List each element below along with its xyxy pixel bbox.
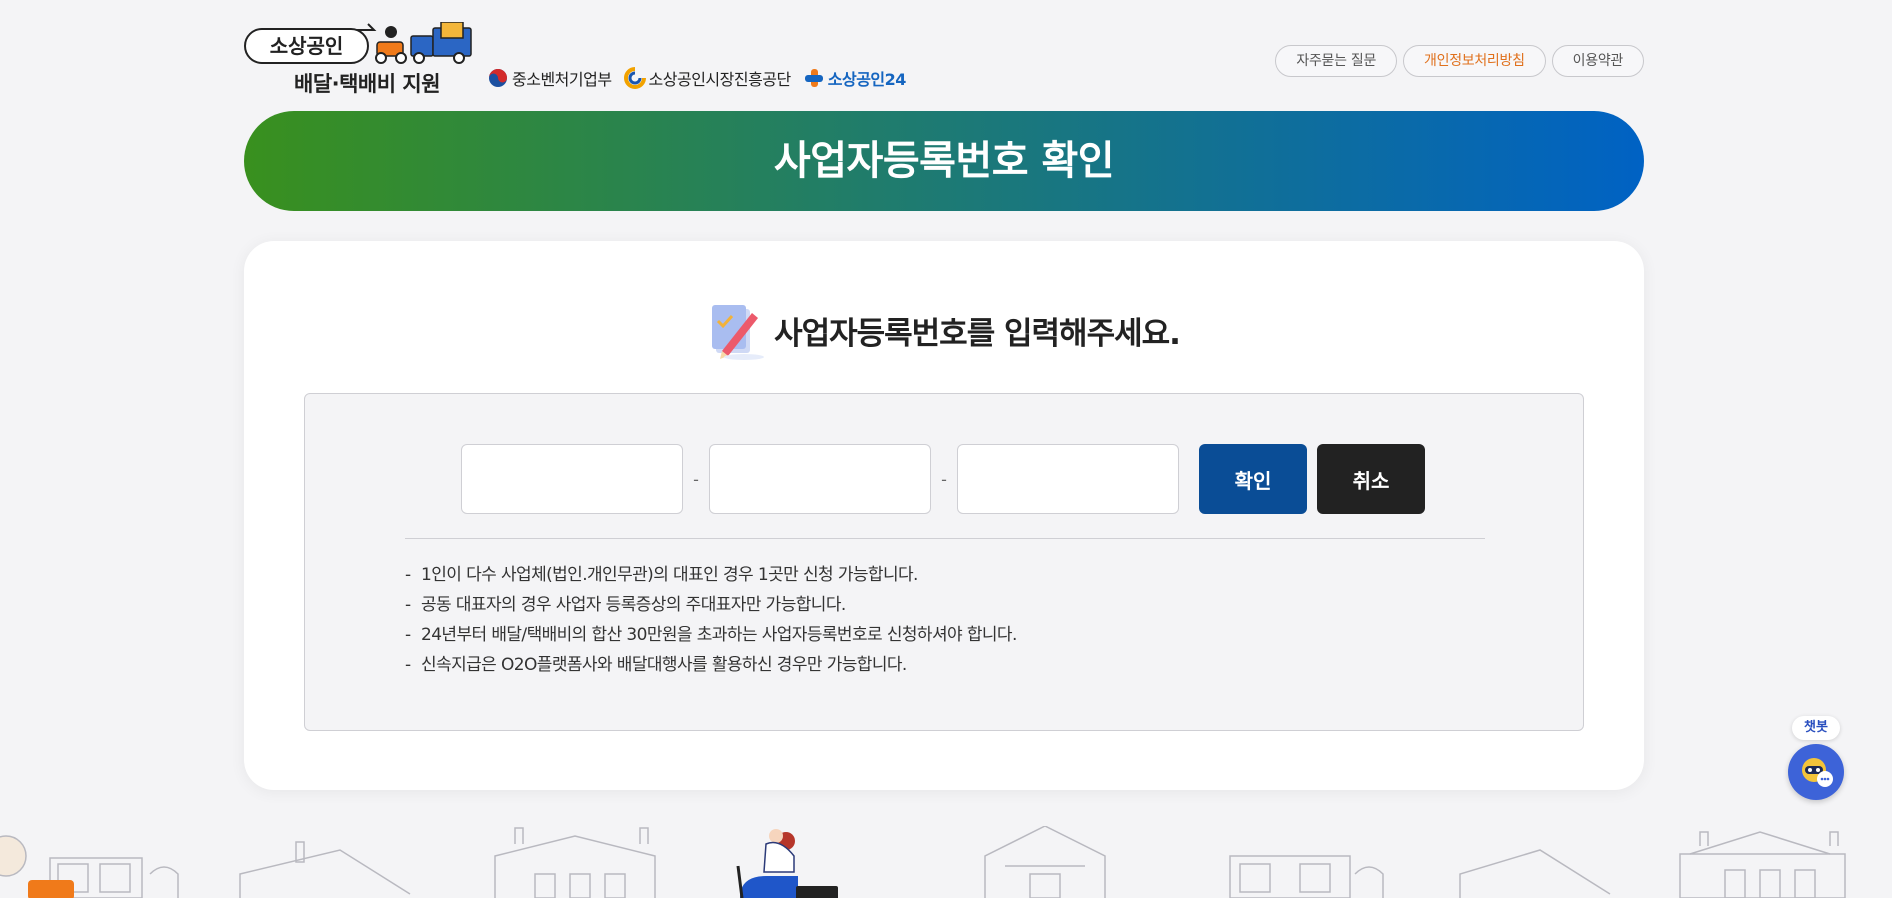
logo-subtitle: 배달·택배비 지원 (294, 72, 441, 96)
delivery-rider-figure (736, 829, 838, 898)
top-navigation: 자주묻는 질문 개인정보처리방침 이용약관 (1275, 45, 1644, 77)
chatbot-circle (1788, 744, 1844, 800)
org-semas: 소상공인시장진흥공단 (623, 66, 792, 90)
business-number-inputs: - - 확인 취소 (461, 444, 1425, 514)
delivery-truck-icon (375, 22, 472, 64)
org-sbiz24: 소상공인24 (803, 66, 906, 90)
terms-link[interactable]: 이용약관 (1551, 45, 1644, 77)
chatbot-button[interactable]: 챗봇 (1788, 716, 1844, 806)
chatbot-robot-icon (1802, 758, 1833, 787)
biz-number-part3-input[interactable] (957, 444, 1179, 514)
service-logo[interactable]: 소상공인 배달·택배비 지원 (244, 22, 474, 100)
verification-card: 사업자등록번호를 입력해주세요. - - 확인 취소 1인이 다수 사업체(법인… (244, 241, 1644, 790)
org-semas-label: 소상공인시장진흥공단 (648, 70, 792, 89)
business-number-form: - - 확인 취소 1인이 다수 사업체(법인.개인무관)의 대표인 경우 1곳… (304, 393, 1584, 731)
confirm-button[interactable]: 확인 (1199, 444, 1307, 514)
checklist-pencil-icon (712, 305, 765, 360)
notice-item: 신속지급은 O2O플랫폼사와 배달대행사를 활용하신 경우만 가능합니다. (405, 650, 1017, 680)
faq-link[interactable]: 자주묻는 질문 (1275, 45, 1398, 77)
form-divider (405, 538, 1485, 539)
org-mss: 중소벤처기업부 (487, 66, 612, 90)
chatbot-label: 챗봇 (1792, 716, 1840, 740)
notice-list: 1인이 다수 사업체(법인.개인무관)의 대표인 경우 1곳만 신청 가능합니다… (405, 560, 1017, 680)
biz-number-part2-input[interactable] (709, 444, 931, 514)
sbiz24-logo-icon (804, 69, 823, 87)
semas-logo-icon (623, 67, 646, 89)
form-heading: 사업자등록번호를 입력해주세요. (244, 299, 1644, 361)
separator-dash: - (941, 469, 947, 489)
street-scene-illustration (0, 826, 1846, 898)
org-mss-label: 중소벤처기업부 (512, 70, 612, 89)
notice-item: 1인이 다수 사업체(법인.개인무관)의 대표인 경우 1곳만 신청 가능합니다… (405, 560, 1017, 590)
biz-number-part1-input[interactable] (461, 444, 683, 514)
separator-dash: - (693, 469, 699, 489)
notice-item: 24년부터 배달/택배비의 합산 30만원을 초과하는 사업자등록번호로 신청하… (405, 620, 1017, 650)
logo-pill-text: 소상공인 (244, 28, 369, 64)
taegeuk-icon (489, 69, 507, 87)
org-sbiz24-label: 소상공인24 (827, 70, 907, 89)
privacy-policy-link[interactable]: 개인정보처리방침 (1403, 45, 1546, 77)
page-title-banner: 사업자등록번호 확인 (244, 111, 1644, 211)
form-heading-text: 사업자등록번호를 입력해주세요. (774, 315, 1181, 352)
cancel-button[interactable]: 취소 (1317, 444, 1425, 514)
notice-item: 공동 대표자의 경우 사업자 등록증상의 주대표자만 가능합니다. (405, 590, 1017, 620)
organization-logos: 중소벤처기업부 소상공인시장진흥공단 소상공인24 (487, 66, 906, 90)
